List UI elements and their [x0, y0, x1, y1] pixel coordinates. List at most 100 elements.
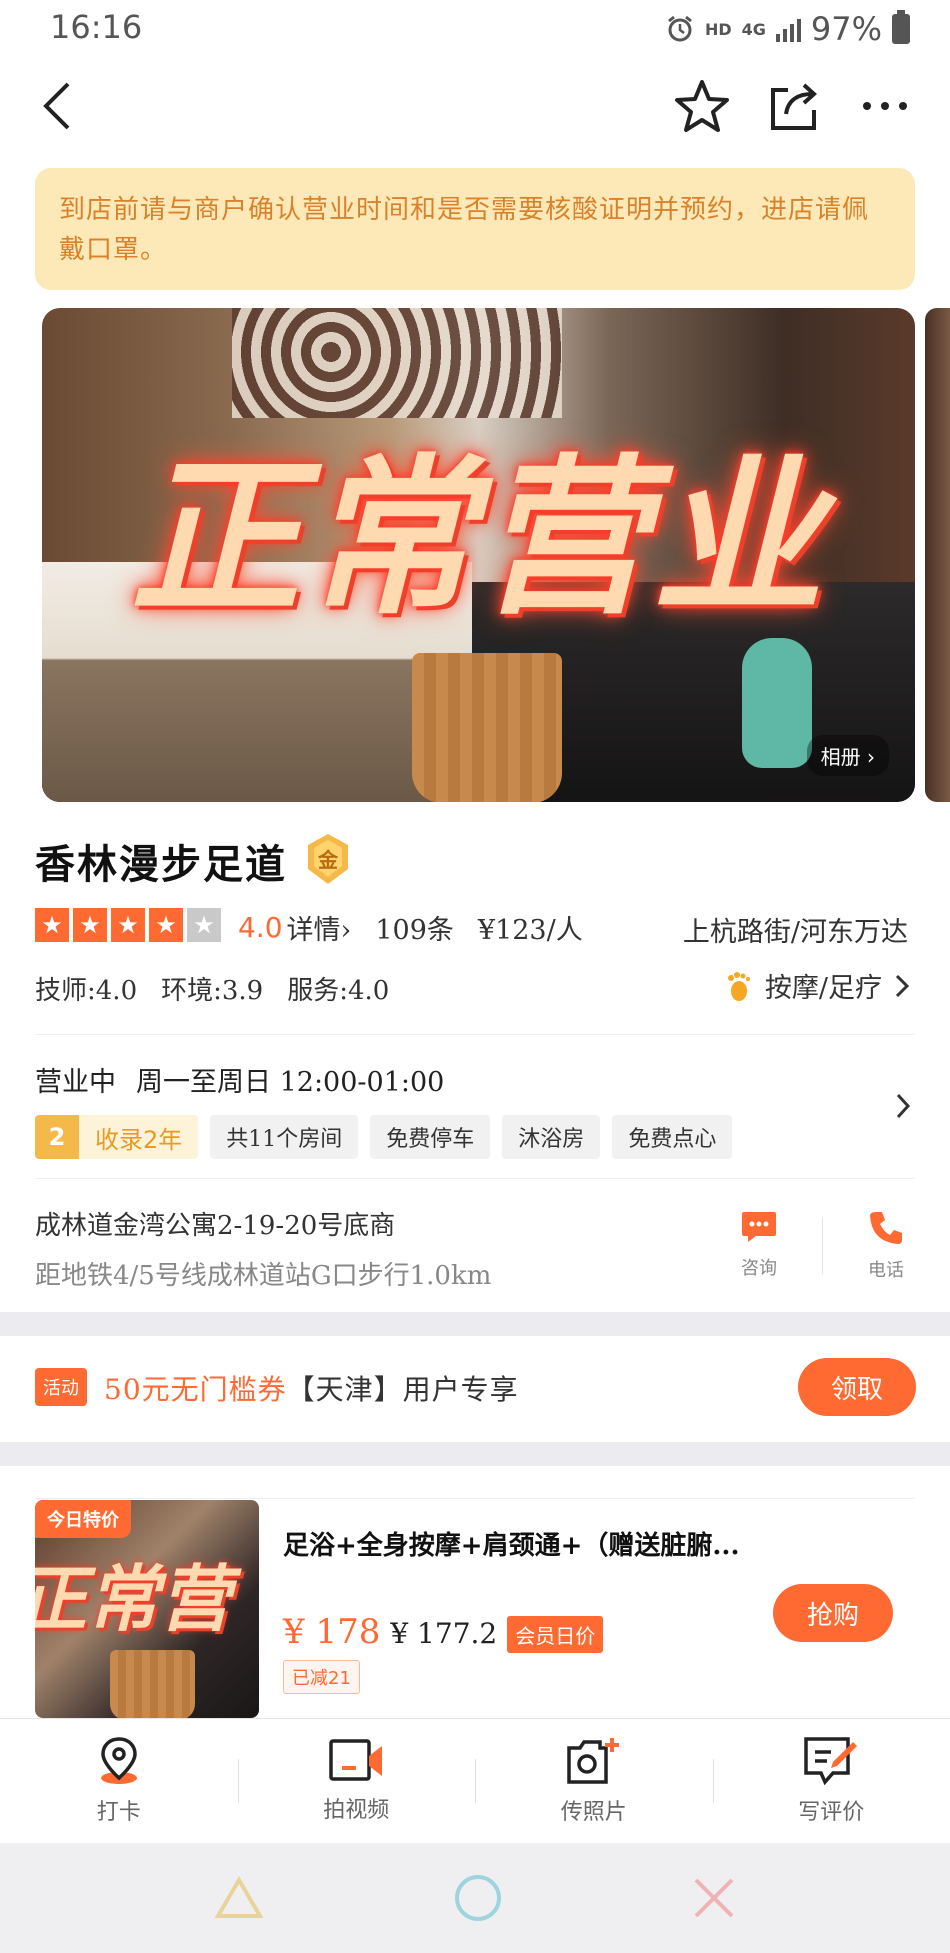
shop-name: 香林漫步足道	[35, 841, 287, 888]
promo-text[interactable]: 50元无门槛券【天津】用户专享	[104, 1368, 519, 1408]
details-link[interactable]: 详情›	[287, 908, 352, 947]
circle-nav-icon[interactable]	[453, 1873, 503, 1923]
deal-image[interactable]: 正常营 今日特价	[35, 1500, 259, 1718]
rating-score: 4.0	[238, 911, 283, 944]
tab-photo[interactable]: 传照片	[475, 1719, 713, 1843]
category-label: 按摩/足疗	[764, 973, 882, 1004]
write-review-icon	[804, 1737, 858, 1786]
consult-button[interactable]: 咨询	[724, 1210, 794, 1280]
promo-tag: 活动	[35, 1368, 87, 1406]
hours-range: 周一至周日 12:00-01:00	[136, 1067, 445, 1098]
album-button[interactable]: 相册 ›	[806, 735, 889, 776]
star-icon: ★	[149, 908, 183, 942]
years-badge: 2 收录2年	[35, 1115, 199, 1159]
shop-address[interactable]: 成林道金湾公寓2-19-20号底商	[35, 1205, 395, 1242]
tab-checkin-label: 打卡	[96, 1800, 141, 1825]
tag-shower: 沐浴房	[502, 1115, 601, 1159]
gold-badge-icon: 金	[305, 832, 351, 884]
hours-chevron-right-icon[interactable]	[895, 1092, 911, 1124]
star-icon: ★	[111, 908, 145, 942]
star-icon: ★	[73, 908, 107, 942]
tag-rooms: 共11个房间	[210, 1115, 359, 1159]
metro-distance: 距地铁4/5号线成林道站G口步行1.0km	[35, 1261, 492, 1291]
tab-review-label: 写评价	[798, 1800, 865, 1825]
deal-ribbon: 今日特价	[35, 1500, 131, 1538]
subscores: 技师:4.0 环境:3.9 服务:4.0	[35, 970, 389, 1007]
banner-open-text: 正常营业	[130, 440, 827, 638]
rating-line: 4.0 详情› 109条 ¥123/人	[238, 908, 583, 947]
phone-icon	[870, 1212, 902, 1244]
tab-photo-label: 传照片	[560, 1800, 627, 1825]
chevron-right-icon	[895, 974, 910, 997]
tag-snacks: 免费点心	[612, 1115, 733, 1159]
battery-icon	[892, 10, 910, 44]
call-button[interactable]: 电话	[851, 1210, 921, 1282]
location-pin-icon	[100, 1737, 137, 1784]
member-day-tag: 会员日价	[507, 1616, 604, 1653]
business-hours[interactable]: 营业中 周一至周日 12:00-01:00	[35, 1060, 444, 1099]
years-text: 收录2年	[79, 1115, 199, 1159]
cross-nav-icon[interactable]	[692, 1876, 736, 1920]
tab-review[interactable]: 写评价	[712, 1719, 950, 1843]
system-navigation-bar	[0, 1843, 950, 1953]
hd-indicator: HD	[704, 19, 732, 39]
shop-area: 上杭路街/河东万达	[682, 917, 908, 948]
signal-icon	[775, 16, 801, 42]
foot-icon	[727, 971, 750, 1001]
call-label: 电话	[868, 1260, 904, 1281]
deal-title[interactable]: 足浴+全身按摩+肩颈通+（赠送脏腑...	[283, 1525, 740, 1562]
divider	[35, 1498, 915, 1499]
bottom-action-bar: 打卡 拍视频 传照片 写评价	[0, 1718, 950, 1843]
status-time: 16:16	[50, 8, 143, 46]
status-icons: HD 4G 97%	[665, 10, 910, 48]
claim-coupon-button[interactable]: 领取	[798, 1358, 916, 1416]
section-separator	[0, 1312, 950, 1336]
price-per-person: ¥123/人	[477, 915, 583, 946]
star-icon: ★	[35, 908, 69, 942]
tab-video-label: 拍视频	[323, 1798, 390, 1823]
gold-badge-text: 金	[317, 848, 339, 872]
subscore-environment: 环境:3.9	[161, 976, 264, 1006]
share-icon[interactable]	[764, 76, 824, 136]
favorite-star-icon[interactable]	[672, 76, 732, 136]
deal-image-bucket	[110, 1650, 195, 1718]
banner-vase	[742, 638, 812, 768]
tag-parking: 免费停车	[370, 1115, 491, 1159]
tab-video[interactable]: 拍视频	[237, 1719, 476, 1843]
deal-member-price: ¥ 177.2	[390, 1617, 498, 1650]
shop-tags: 2 收录2年 共11个房间 免费停车 沐浴房 免费点心	[35, 1115, 733, 1159]
video-camera-icon	[329, 1739, 383, 1781]
rating-stars: ★ ★ ★ ★ ★	[35, 908, 221, 942]
section-separator	[0, 1442, 950, 1466]
add-photo-icon	[567, 1738, 619, 1784]
chat-icon	[742, 1212, 776, 1242]
subscore-technician: 技师:4.0	[35, 976, 138, 1006]
network-indicator: 4G	[741, 19, 766, 39]
years-number: 2	[35, 1115, 79, 1159]
promo-highlight: 50元无门槛券	[104, 1373, 287, 1406]
divider	[35, 1178, 915, 1179]
star-empty-icon: ★	[187, 908, 221, 942]
tab-checkin[interactable]: 打卡	[0, 1719, 238, 1843]
deal-price-row: ¥ 178 ¥ 177.2 会员日价	[283, 1612, 604, 1653]
more-options-icon[interactable]	[855, 76, 915, 136]
banner-next-image[interactable]	[925, 308, 950, 802]
buy-now-button[interactable]: 抢购	[773, 1584, 893, 1642]
banner-foot-bucket	[412, 653, 562, 802]
shop-banner-image[interactable]: 正常营业 相册 ›	[42, 308, 915, 802]
divider	[35, 1034, 915, 1035]
covid-notice: 到店前请与商户确认营业时间和是否需要核酸证明并预约，进店请佩戴口罩。	[35, 168, 915, 290]
deal-image-text: 正常营	[35, 1557, 232, 1641]
deal-price: ¥ 178	[283, 1612, 381, 1652]
hours-status: 营业中	[35, 1067, 116, 1098]
promo-desc: 【天津】用户专享	[286, 1373, 519, 1406]
deal-discount-tag: 已减21	[283, 1660, 360, 1694]
review-count[interactable]: 109条	[375, 908, 454, 947]
back-icon[interactable]	[28, 76, 88, 136]
action-divider	[822, 1218, 823, 1274]
battery-percent: 97%	[810, 10, 882, 48]
category-link[interactable]: 按摩/足疗	[725, 966, 910, 1005]
triangle-nav-icon[interactable]	[214, 1876, 264, 1920]
subscore-service: 服务:4.0	[287, 976, 390, 1006]
consult-label: 咨询	[741, 1258, 777, 1279]
